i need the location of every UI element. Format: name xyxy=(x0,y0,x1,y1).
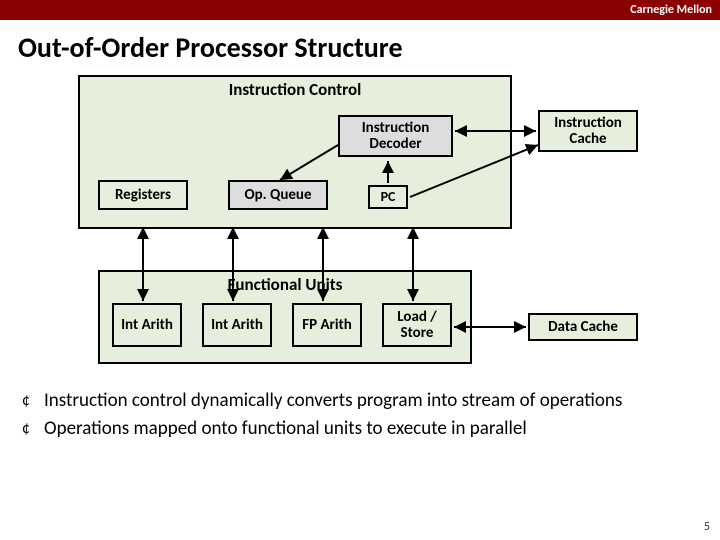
brand-label: Carnegie Mellon xyxy=(630,0,712,20)
unit-int-arith-1: Int Arith xyxy=(112,303,182,347)
bullet-item: ¢ Operations mapped onto functional unit… xyxy=(22,417,698,441)
bullet-marker-icon: ¢ xyxy=(22,417,44,441)
functional-units-label: Functional Units xyxy=(100,274,470,295)
bullet-item: ¢ Instruction control dynamically conver… xyxy=(22,389,698,413)
registers-box: Registers xyxy=(98,180,188,210)
data-cache-box: Data Cache xyxy=(528,313,638,341)
bullet-list: ¢ Instruction control dynamically conver… xyxy=(22,389,698,441)
instruction-cache-box: Instruction Cache xyxy=(538,110,638,152)
slide-title: Out-of-Order Processor Structure xyxy=(18,30,720,65)
unit-load-store: Load / Store xyxy=(382,303,452,347)
bullet-text: Operations mapped onto functional units … xyxy=(44,417,698,441)
op-queue-box: Op. Queue xyxy=(228,180,328,210)
instruction-decoder-box: Instruction Decoder xyxy=(338,115,453,157)
brand-bar: Carnegie Mellon xyxy=(0,0,720,20)
pc-box: PC xyxy=(368,185,408,209)
instruction-control-label: Instruction Control xyxy=(80,79,510,100)
unit-fp-arith: FP Arith xyxy=(292,303,362,347)
diagram: Instruction Control Registers Op. Queue … xyxy=(18,75,698,375)
unit-int-arith-2: Int Arith xyxy=(202,303,272,347)
page-number: 5 xyxy=(704,520,710,534)
bullet-text: Instruction control dynamically converts… xyxy=(44,389,698,413)
bullet-marker-icon: ¢ xyxy=(22,389,44,413)
